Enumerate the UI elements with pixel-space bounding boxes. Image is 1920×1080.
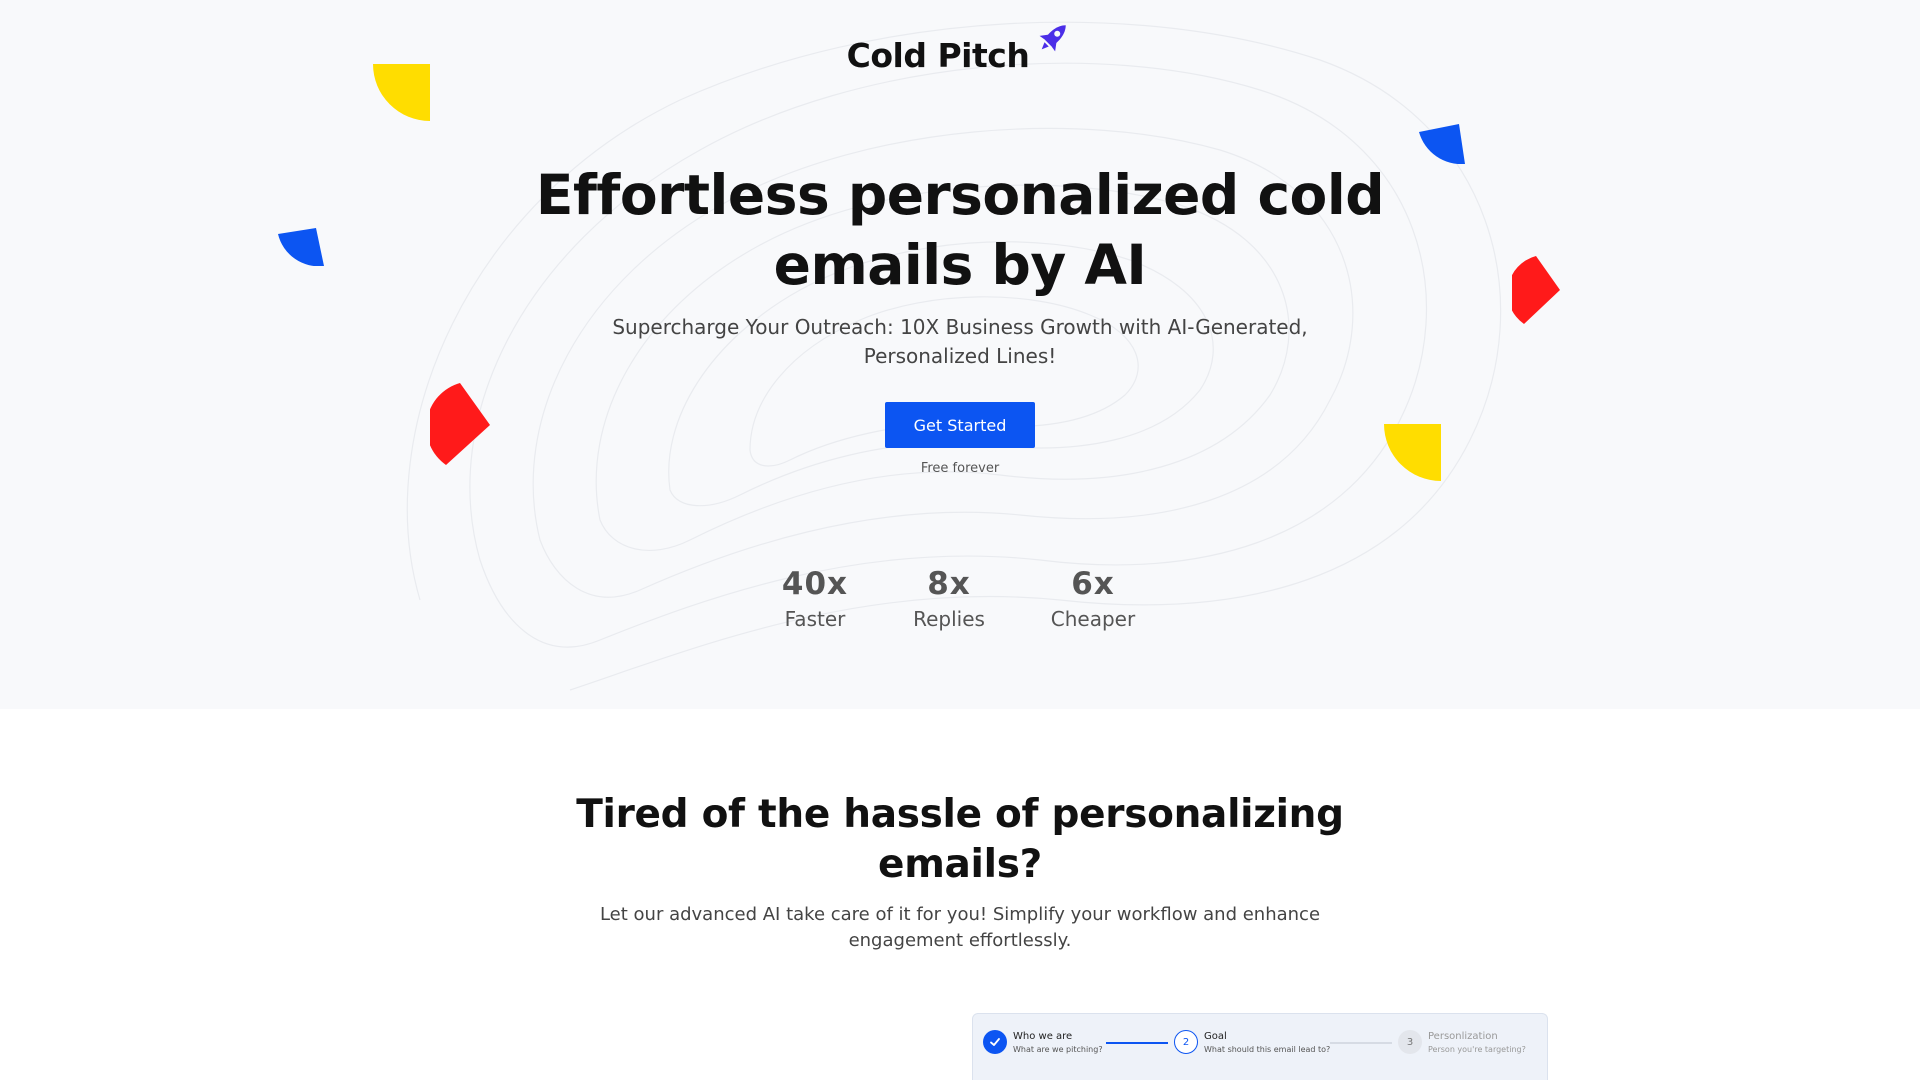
stat-cheaper: 6x Cheaper [1013,562,1173,632]
hero-section: Cold Pitch Effortless personalized cold … [0,0,1920,709]
hero-subtitle: Supercharge Your Outreach: 10X Business … [612,315,1308,368]
step-connector [1106,1042,1168,1044]
step-who-we-are[interactable]: Who we are What are we pitching? [983,1030,1103,1056]
decor-quarter-circle-blue [278,228,324,266]
section-title: Tired of the hassle of personalizing ema… [576,792,1344,887]
rocket-icon [1039,25,1067,52]
step-desc: What are we pitching? [1013,1045,1103,1054]
stat-value: 8x [927,566,971,602]
decor-quarter-circle-blue-right [1419,124,1465,164]
step-number: 2 [1174,1030,1198,1054]
get-started-button[interactable]: Get Started [885,402,1035,448]
check-icon [983,1030,1007,1054]
step-title: Who we are [1013,1031,1073,1042]
stat-value: 6x [1071,566,1115,602]
step-personalization[interactable]: 3 Personlization Person you're targeting… [1398,1030,1526,1056]
step-desc: Person you're targeting? [1428,1045,1526,1054]
section-subtitle: Let our advanced AI take care of it for … [599,904,1321,951]
step-goal[interactable]: 2 Goal What should this email lead to? [1174,1030,1330,1056]
brand-logo[interactable]: Cold Pitch [0,18,1920,74]
step-desc: What should this email lead to? [1204,1045,1331,1054]
stat-label: Replies [913,607,985,631]
step-title: Personlization [1428,1031,1498,1042]
hero-title: Effortless personalized cold emails by A… [535,163,1385,297]
decor-quarter-circle-yellow [373,64,430,121]
stat-replies: 8x Replies [869,562,1029,632]
preview-arc-decoration [1053,1060,1253,1080]
step-title: Goal [1204,1031,1227,1042]
decor-quarter-circle-yellow-right [1384,424,1441,481]
decor-quarter-circle-red-right [1512,256,1560,324]
step-connector [1330,1042,1392,1044]
free-forever-note: Free forever [920,461,1000,476]
stat-label: Cheaper [1050,607,1136,631]
decor-quarter-circle-red [430,383,490,465]
step-number: 3 [1398,1030,1422,1054]
app-preview-stepper: Who we are What are we pitching? 2 Goal … [972,1013,1548,1080]
brand-name: Cold Pitch [846,36,1030,75]
